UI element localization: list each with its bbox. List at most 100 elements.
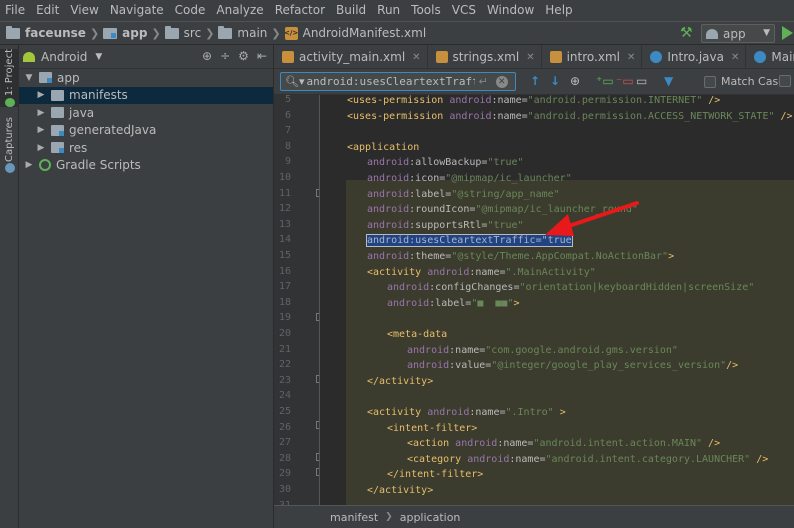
- code-line-29: </intent-filter>: [387, 469, 483, 480]
- xml-tag-end: >: [553, 407, 566, 418]
- breadcrumb-app[interactable]: app: [103, 21, 147, 45]
- build-hammer-icon[interactable]: ⚒: [680, 25, 693, 41]
- folder-icon: [51, 107, 64, 119]
- xml-attribute: :label=: [409, 188, 452, 200]
- chevron-right-icon: ❯: [151, 26, 161, 40]
- breadcrumb-main[interactable]: main: [218, 21, 267, 45]
- tab-label: MainActivity.java: [771, 50, 794, 64]
- remove-occurrence-icon[interactable]: ⁻▭: [616, 74, 634, 88]
- menu-tools[interactable]: Tools: [406, 0, 447, 21]
- fold-marker-icon[interactable]: [316, 375, 319, 383]
- expanded-arrow-icon[interactable]: ▼: [23, 73, 35, 83]
- tree-item-app[interactable]: ▼ app: [19, 69, 273, 87]
- find-all-icon[interactable]: ⊕: [570, 74, 580, 88]
- previous-occurrence-icon[interactable]: ↑: [530, 74, 540, 88]
- new-line-icon[interactable]: ↵: [479, 75, 488, 88]
- menu-navigate[interactable]: Navigate: [105, 0, 170, 21]
- run-configuration-select[interactable]: app ▼: [701, 24, 775, 43]
- search-field: 🔍︎▾ ↵ ✕: [280, 72, 516, 91]
- line-number: 22: [278, 359, 291, 371]
- tab-intro-xml[interactable]: intro.xml ✕: [542, 45, 643, 68]
- add-occurrence-icon[interactable]: ⁺▭: [596, 74, 614, 88]
- code-line-13: android:supportsRtl="true": [367, 220, 524, 231]
- tab-activity-main-xml[interactable]: activity_main.xml ✕: [274, 45, 428, 68]
- menu-view[interactable]: View: [65, 0, 104, 21]
- fold-marker-icon[interactable]: [316, 189, 319, 197]
- xml-namespace: android: [367, 204, 410, 216]
- xml-tag: </activity>: [367, 485, 434, 496]
- checkbox-icon[interactable]: [704, 75, 716, 88]
- tab-strings-xml[interactable]: strings.xml ✕: [428, 45, 542, 68]
- close-icon[interactable]: ✕: [412, 52, 420, 63]
- search-input[interactable]: [306, 75, 475, 88]
- menu-refactor[interactable]: Refactor: [270, 0, 331, 21]
- tree-item-java[interactable]: ▶ java: [19, 104, 273, 122]
- code-line-17: android:configChanges="orientation|keybo…: [387, 282, 754, 293]
- menu-analyze[interactable]: Analyze: [211, 0, 269, 21]
- tab-intro-java[interactable]: Intro.java ✕: [642, 45, 747, 68]
- tab-mainactivity-java[interactable]: MainActivity.java ✕: [746, 45, 794, 68]
- menu-code[interactable]: Code: [170, 0, 212, 21]
- line-number: 10: [278, 172, 291, 183]
- run-button[interactable]: [782, 26, 793, 40]
- collapsed-arrow-icon[interactable]: ▶: [35, 108, 47, 118]
- tree-item-gradle-scripts[interactable]: ▶ Gradle Scripts: [19, 157, 273, 175]
- breadcrumb-file[interactable]: </> AndroidManifest.xml: [284, 21, 426, 45]
- hide-panel-icon[interactable]: ⇤: [257, 49, 267, 63]
- collapsed-arrow-icon[interactable]: ▶: [23, 160, 35, 170]
- menu-vcs[interactable]: VCS: [447, 0, 482, 21]
- xml-file-icon: [282, 51, 294, 63]
- navigation-bar: faceunse ❯ app ❯ src ❯ main ❯ </> Androi…: [0, 21, 794, 45]
- collapsed-arrow-icon[interactable]: ▶: [35, 125, 47, 135]
- fold-marker-icon[interactable]: [316, 421, 319, 429]
- close-icon[interactable]: ✕: [731, 52, 739, 63]
- dropdown-arrow-icon[interactable]: ▼: [95, 52, 102, 62]
- collapse-all-icon[interactable]: ÷: [220, 49, 230, 63]
- project-tool-icon: [4, 98, 15, 107]
- project-panel-tools: ⊕ ÷ ⚙ ⇤: [202, 49, 267, 63]
- fold-marker-icon[interactable]: [316, 313, 319, 321]
- menu-edit[interactable]: Edit: [31, 0, 65, 21]
- xml-value: "android.permission.INTERNET": [527, 95, 703, 106]
- words-checkbox[interactable]: [779, 75, 791, 87]
- search-icon[interactable]: 🔍︎▾: [285, 75, 305, 88]
- xml-attribute: :roundIcon=: [409, 204, 476, 216]
- tree-item-label: generatedJava: [69, 123, 157, 138]
- close-icon[interactable]: ✕: [526, 52, 534, 63]
- next-occurrence-icon[interactable]: ↓: [550, 74, 560, 88]
- tree-item-generatedjava[interactable]: ▶ generatedJava: [19, 122, 273, 140]
- menu-file[interactable]: File: [0, 0, 31, 21]
- breadcrumb-src[interactable]: src: [164, 21, 201, 45]
- tool-tab-captures[interactable]: Captures: [0, 115, 19, 175]
- match-case-checkbox[interactable]: Match Case: [704, 75, 785, 88]
- collapsed-arrow-icon[interactable]: ▶: [35, 90, 47, 100]
- code-line-16: <activity android:name=".MainActivity": [367, 267, 596, 278]
- xml-breadcrumb-manifest[interactable]: manifest: [330, 511, 378, 524]
- tree-item-manifests[interactable]: ▶ manifests: [19, 86, 273, 104]
- project-panel: Android ▼ ⊕ ÷ ⚙ ⇤ ▼ app ▶ manifests ▶ ja…: [19, 45, 274, 528]
- select-all-occurrences-icon[interactable]: ▭: [636, 74, 647, 88]
- settings-gear-icon[interactable]: ⚙: [238, 49, 249, 63]
- clear-icon[interactable]: ✕: [495, 75, 508, 88]
- sync-scroll-icon[interactable]: ⊕: [202, 49, 212, 63]
- xml-breadcrumb-application[interactable]: application: [400, 511, 461, 524]
- menu-help[interactable]: Help: [540, 0, 578, 21]
- menu-window[interactable]: Window: [482, 0, 540, 21]
- menu-run[interactable]: Run: [372, 0, 406, 21]
- xml-attribute: :theme=: [409, 251, 452, 262]
- menu-build[interactable]: Build: [331, 0, 372, 21]
- collapsed-arrow-icon[interactable]: ▶: [35, 143, 47, 153]
- tool-tab-project[interactable]: 1: Project: [0, 49, 19, 107]
- project-view-select[interactable]: Android: [41, 50, 87, 64]
- fold-marker-icon[interactable]: [316, 468, 319, 476]
- fold-marker-icon[interactable]: [316, 453, 319, 461]
- xml-namespace: android: [367, 188, 410, 200]
- tree-item-res[interactable]: ▶ res: [19, 139, 273, 157]
- xml-namespace: android: [367, 157, 410, 169]
- code-area[interactable]: <uses-permission android:name="android.p…: [321, 95, 794, 505]
- code-line-14: android:usesCleartextTraffic="true: [366, 234, 573, 248]
- close-icon[interactable]: ✕: [627, 52, 635, 63]
- breadcrumb-project[interactable]: faceunse: [6, 21, 86, 45]
- search-match-highlight: android:usesCleartextTraffic="true: [366, 234, 573, 248]
- filter-icon[interactable]: ▼: [664, 74, 673, 88]
